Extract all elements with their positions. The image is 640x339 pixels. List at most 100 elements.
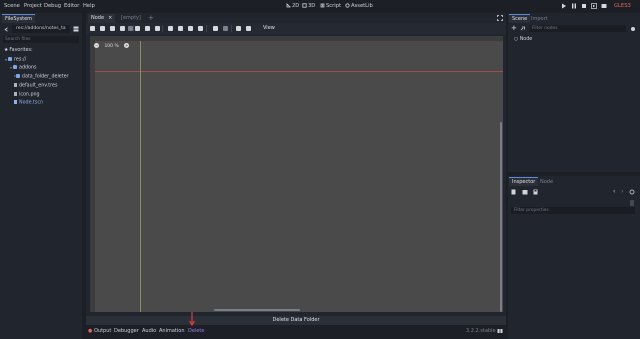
add-scene-icon[interactable]: + xyxy=(148,14,154,23)
script-icon xyxy=(320,3,325,8)
link-icon[interactable] xyxy=(520,26,526,34)
bottom-panel-title: Delete Data Folder xyxy=(86,316,506,325)
fullscreen-icon[interactable] xyxy=(497,15,503,23)
visibility-icon[interactable] xyxy=(246,26,251,31)
filter-properties-input[interactable]: Filter properties xyxy=(511,207,635,214)
tab-import[interactable]: Import xyxy=(528,14,551,23)
pivot-tool-icon[interactable] xyxy=(135,26,140,31)
search-files-input[interactable]: Search files xyxy=(3,36,79,43)
history-icon[interactable] xyxy=(629,189,635,197)
menu-project[interactable]: Project xyxy=(24,3,42,9)
new-resource-icon[interactable] xyxy=(511,189,516,197)
move-tool-icon[interactable] xyxy=(100,26,105,31)
group-icon[interactable] xyxy=(223,26,228,31)
tab-output-label: Output xyxy=(93,328,112,334)
tree-icon-png-label: icon.png xyxy=(19,92,40,98)
tree-data-folder-deleter-label: data_folder_deleter xyxy=(21,74,69,80)
workspace-2d[interactable]: 2D xyxy=(286,3,299,9)
toolbar-separator xyxy=(162,25,163,32)
workspace-script[interactable]: Script xyxy=(320,3,341,9)
open-resource-icon[interactable] xyxy=(522,189,528,197)
scene-file-icon xyxy=(14,100,17,104)
save-resource-icon[interactable] xyxy=(533,189,538,197)
tree-icon-png[interactable]: icon.png xyxy=(14,92,40,98)
workspace-assetlib[interactable]: AssetLib xyxy=(345,3,373,9)
pin-panel-icon[interactable] xyxy=(497,328,503,336)
toolbar-separator xyxy=(206,25,207,32)
menu-scene[interactable]: Scene xyxy=(4,3,20,9)
image-file-icon xyxy=(14,92,17,96)
tree-node-tscn-label: Node.tscn xyxy=(19,100,44,106)
dock-divider[interactable] xyxy=(508,172,640,176)
horizontal-scrollbar[interactable] xyxy=(214,309,300,311)
tree-node-tscn[interactable]: Node.tscn xyxy=(14,100,43,106)
x-axis-line xyxy=(95,71,503,72)
folder-icon xyxy=(8,57,13,61)
scale-tool-icon[interactable] xyxy=(120,26,125,31)
tab-filesystem[interactable]: FileSystem xyxy=(2,14,36,23)
left-ruler xyxy=(90,36,95,312)
play-scene-icon[interactable] xyxy=(591,3,597,9)
tab-node[interactable]: Node xyxy=(537,177,556,186)
arrow-annotation-icon xyxy=(187,312,197,330)
workspace-3d[interactable]: 3D xyxy=(302,3,315,9)
tab-audio[interactable]: Audio xyxy=(142,328,156,334)
tree-addons[interactable]: ⌄ addons xyxy=(9,65,37,71)
menu-debug[interactable]: Debug xyxy=(44,3,61,9)
view-menu-button[interactable]: View xyxy=(263,25,275,31)
lock-icon[interactable] xyxy=(213,26,218,31)
play-icon[interactable] xyxy=(561,3,567,9)
smart-snap-icon[interactable] xyxy=(188,26,193,31)
menu-help[interactable]: Help xyxy=(83,3,95,9)
tab-output[interactable]: ● Output xyxy=(88,328,111,334)
scene-tree-root-label: Node xyxy=(519,37,533,42)
ruler-tool-icon[interactable] xyxy=(155,26,160,31)
grid-snap-icon[interactable] xyxy=(178,26,183,31)
tree-res-root-label: res:// xyxy=(14,57,27,63)
canvas-viewport[interactable] xyxy=(90,36,503,312)
toolbar-separator xyxy=(133,25,134,32)
zoom-in-icon[interactable]: + xyxy=(124,43,130,48)
path-input[interactable]: res://addons/notes_ta xyxy=(12,25,70,33)
rotate-tool-icon[interactable] xyxy=(110,26,115,31)
node-icon: ○ xyxy=(514,37,519,42)
tab-inspector[interactable]: Inspector xyxy=(509,177,539,186)
zoom-out-icon[interactable]: − xyxy=(94,43,99,48)
workspace-assetlib-label: AssetLib xyxy=(351,3,373,9)
tree-res-root[interactable]: ⌄ res:// xyxy=(4,57,26,63)
tab-animation[interactable]: Animation xyxy=(159,328,185,334)
tree-data-folder-deleter[interactable]: › data_folder_deleter xyxy=(14,74,69,80)
workspace-script-label: Script xyxy=(326,3,342,9)
menu-editor[interactable]: Editor xyxy=(64,3,79,9)
folder-icon xyxy=(13,65,18,69)
tree-default-env[interactable]: default_env.tres xyxy=(14,83,57,89)
star-icon: ★ xyxy=(4,48,9,53)
tab-debugger[interactable]: Debugger xyxy=(114,328,139,334)
select-tool-icon[interactable] xyxy=(90,26,95,31)
snap-icon[interactable] xyxy=(168,26,173,31)
pan-tool-icon[interactable] xyxy=(145,26,150,31)
tab-node-scene[interactable]: Node × xyxy=(88,14,116,23)
history-back-icon[interactable]: ‹ xyxy=(613,188,615,195)
history-forward-icon[interactable]: › xyxy=(621,188,623,195)
tab-empty-scene[interactable]: [empty] xyxy=(118,14,144,23)
snap-options-icon[interactable] xyxy=(198,26,203,31)
tree-default-env-label: default_env.tres xyxy=(19,83,58,89)
close-icon[interactable]: × xyxy=(108,15,112,21)
scene-options-icon[interactable] xyxy=(630,26,636,34)
renderer-select[interactable]: GLES3 xyxy=(614,3,631,9)
back-arrow-icon[interactable] xyxy=(4,27,9,34)
bone-icon[interactable] xyxy=(236,26,241,31)
stop-icon[interactable] xyxy=(581,3,587,9)
right-dock xyxy=(508,13,640,339)
workspace-2d-label: 2D xyxy=(292,3,300,9)
scene-tree-root[interactable]: ○ Node xyxy=(514,37,532,42)
split-view-icon[interactable] xyxy=(73,26,79,34)
vertical-scrollbar[interactable] xyxy=(500,122,502,312)
zoom-level[interactable]: 100 % xyxy=(104,44,118,49)
add-node-icon[interactable]: + xyxy=(511,25,517,32)
tree-favorites[interactable]: ★Favorites: xyxy=(4,48,33,53)
play-custom-icon[interactable] xyxy=(601,3,607,9)
filter-nodes-input[interactable]: Filter nodes xyxy=(529,25,626,32)
pause-icon[interactable] xyxy=(571,3,577,9)
